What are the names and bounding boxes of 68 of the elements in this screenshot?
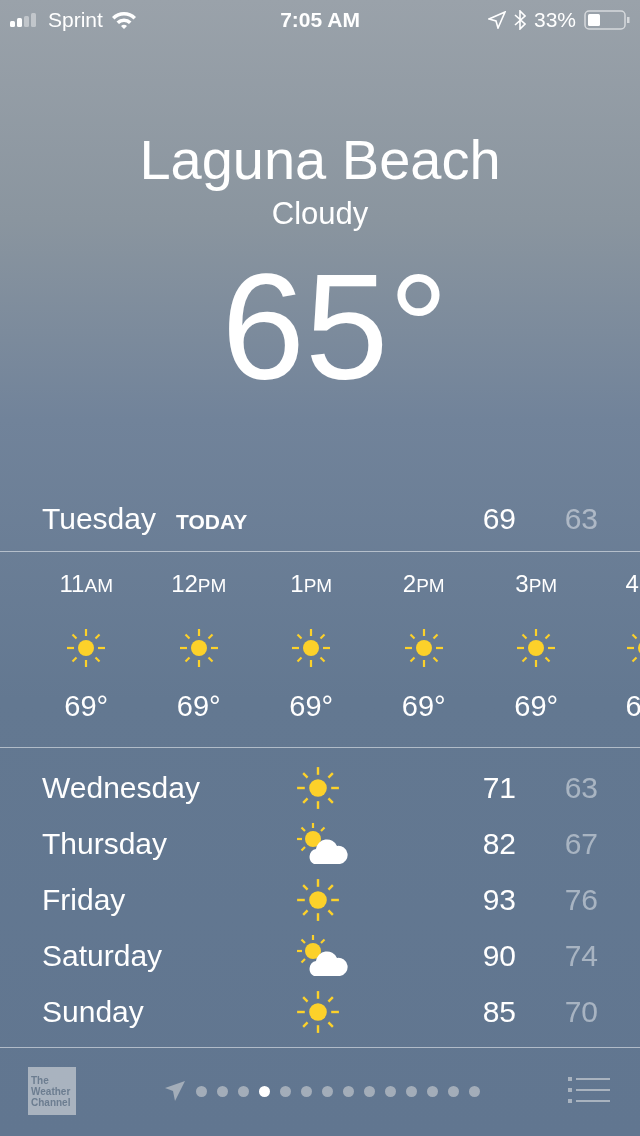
high-temperature: 90	[481, 939, 516, 973]
page-dot[interactable]	[364, 1085, 375, 1097]
sun-icon	[296, 766, 340, 810]
hourly-temperature: 69°	[176, 690, 221, 723]
low-temperature: 67	[563, 827, 598, 861]
wifi-icon	[110, 10, 137, 30]
page-dot[interactable]	[343, 1085, 354, 1097]
sun-icon	[516, 628, 557, 668]
day-name: Wednesday	[42, 771, 201, 805]
sun-icon	[291, 628, 332, 668]
page-dot[interactable]	[322, 1085, 333, 1097]
low-temperature: 63	[563, 502, 598, 536]
sun-cloud-icon	[296, 934, 348, 978]
current-temperature: 65°	[221, 252, 449, 402]
low-temperature: 63	[563, 771, 598, 805]
high-temperature: 69	[481, 502, 516, 536]
carrier-name: Sprint	[48, 8, 103, 32]
weather-condition: Cloudy	[271, 196, 369, 232]
hour-label: 3PM	[515, 570, 558, 599]
sun-icon	[296, 990, 340, 1034]
clock-time: 7:05 AM	[280, 8, 360, 32]
hourly-temperature: 6	[625, 690, 640, 723]
page-dot[interactable]	[280, 1085, 291, 1097]
low-temperature: 76	[563, 883, 598, 917]
sun-cloud-icon	[296, 822, 348, 866]
low-temperature: 70	[563, 995, 598, 1029]
high-temperature: 82	[481, 827, 516, 861]
page-dot[interactable]	[301, 1085, 312, 1097]
page-dot[interactable]	[217, 1085, 228, 1097]
page-dot[interactable]	[406, 1085, 417, 1097]
page-dot[interactable]	[448, 1085, 459, 1097]
hour-label: 12PM	[171, 570, 227, 599]
weather-channel-logo[interactable]: The Weather Channel	[28, 1067, 76, 1115]
page-dot[interactable]	[259, 1085, 270, 1097]
list-icon[interactable]	[568, 1077, 612, 1105]
hourly-temperature: 69°	[401, 690, 446, 723]
page-dot[interactable]	[385, 1085, 396, 1097]
hourly-temperature: 69°	[64, 690, 109, 723]
low-temperature: 74	[563, 939, 598, 973]
hour-label: 11AM	[59, 570, 113, 599]
page-dot[interactable]	[196, 1085, 207, 1097]
bluetooth-icon	[513, 10, 526, 30]
day-name: Sunday	[42, 995, 145, 1029]
location-arrow-icon	[164, 1080, 186, 1102]
hourly-temperature: 69°	[289, 690, 334, 723]
hourly-temperature: 69°	[514, 690, 559, 723]
page-dot[interactable]	[427, 1085, 438, 1097]
day-name: Thursday	[42, 827, 169, 861]
sun-icon	[296, 878, 340, 922]
hour-label: 1PM	[290, 570, 333, 599]
hour-label: 2PM	[402, 570, 445, 599]
high-temperature: 71	[481, 771, 516, 805]
today-label: TODAY	[175, 510, 249, 534]
high-temperature: 85	[481, 995, 516, 1029]
battery-icon	[584, 10, 630, 30]
page-dot[interactable]	[469, 1085, 480, 1097]
battery-percent: 33%	[533, 8, 576, 32]
sun-icon	[66, 628, 107, 668]
day-name: Tuesday	[42, 502, 156, 536]
high-temperature: 93	[481, 883, 516, 917]
location-arrow-icon	[487, 11, 506, 29]
sun-icon	[403, 628, 444, 668]
hour-label: 4	[625, 570, 639, 599]
day-name: Saturday	[42, 939, 164, 973]
sun-icon	[178, 628, 219, 668]
city-name: Laguna Beach	[139, 128, 501, 192]
page-dot[interactable]	[238, 1085, 249, 1097]
day-name: Friday	[42, 883, 127, 917]
